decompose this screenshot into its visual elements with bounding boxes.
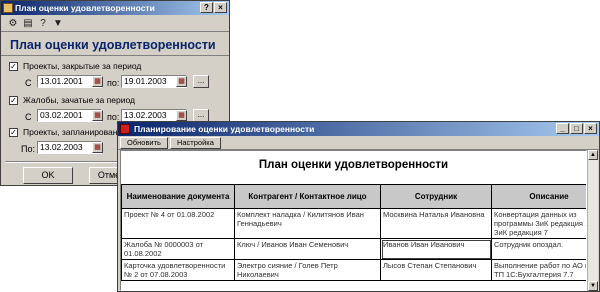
scroll-up-icon[interactable]: ▲ [588, 150, 598, 160]
period-select-button[interactable]: ... [193, 75, 209, 88]
employee-cell[interactable]: Москвина Наталья Ивановна [380, 208, 492, 239]
closed-projects-checkbox[interactable]: ✓ [9, 62, 18, 71]
settings-button[interactable]: Настройка [169, 137, 221, 149]
filter-icon[interactable]: ▼ [52, 18, 64, 29]
help-icon[interactable]: ? [37, 18, 49, 29]
calendar-icon[interactable]: ▦ [92, 110, 103, 121]
dialog-toolbar: ⚙ ▤ ? ▼ [1, 15, 229, 32]
planned-projects-checkbox[interactable]: ✓ [9, 128, 18, 137]
until-label: По: [21, 144, 35, 154]
report-table: Наименование документа Контрагент / Конт… [121, 184, 586, 281]
employee-cell[interactable]: Лысов Степан Степанович [380, 259, 492, 281]
description-cell[interactable]: Сотрудник опоздал. [491, 238, 586, 260]
column-header: Описание [491, 184, 586, 209]
tools-icon[interactable]: ⚙ [7, 18, 19, 29]
table-row[interactable]: Проект № 4 от 01.08.2002 Комплект наладк… [121, 208, 586, 239]
calendar-icon[interactable]: ▦ [92, 76, 103, 87]
calendar-icon[interactable]: ▦ [92, 142, 103, 153]
report-area: План оценки удовлетворенности Наименован… [120, 150, 587, 291]
close-button[interactable]: × [214, 2, 227, 13]
from-label: С [25, 112, 32, 122]
calendar-icon[interactable]: ▦ [176, 110, 187, 121]
description-cell[interactable]: Конвертация данных из программы ЗиК реда… [491, 208, 586, 239]
ok-button[interactable]: OK [23, 167, 73, 184]
complaints-checkbox[interactable]: ✓ [9, 96, 18, 105]
column-header: Наименование документа [121, 184, 235, 209]
document-cell[interactable]: Жалоба № 0000003 от 01.08.2002 [121, 238, 235, 260]
column-header: Сотрудник [380, 184, 492, 209]
copy-icon[interactable]: ▤ [22, 18, 34, 29]
vertical-scrollbar[interactable]: ▲ ▼ [587, 150, 598, 291]
from-label: С [25, 78, 32, 88]
report-window: Планирование оценки удовлетворенности _ … [117, 121, 600, 292]
scroll-down-icon[interactable]: ▼ [588, 281, 598, 291]
close-button[interactable]: × [584, 123, 597, 134]
maximize-button[interactable]: □ [570, 123, 583, 134]
employee-cell[interactable]: Иванов Иван Иванович [380, 238, 492, 260]
document-cell[interactable]: Проект № 4 от 01.08.2002 [121, 208, 235, 239]
report-toolbar: Обновить Настройка [118, 136, 599, 150]
table-row[interactable]: Карточка удовлетворенности № 2 от 07.08.… [121, 259, 586, 281]
report-icon [120, 124, 130, 134]
report-title: План оценки удовлетворенности [258, 159, 449, 171]
description-cell[interactable]: Выполнение работ по АО на ТП 1С:Бухгалте… [491, 259, 586, 281]
to-label: по: [107, 78, 120, 88]
document-cell[interactable]: Карточка удовлетворенности № 2 от 07.08.… [121, 259, 235, 281]
complaints-label: Жалобы, зачатые за период [23, 95, 135, 105]
dialog-title: План оценки удовлетворенности [15, 3, 155, 13]
closed-projects-group: ✓ Проекты, закрытые за период С 13.01.20… [9, 61, 223, 97]
contractor-cell[interactable]: Ключ / Иванов Иван Семенович [234, 238, 381, 260]
minimize-button[interactable]: _ [556, 123, 569, 134]
calendar-icon[interactable]: ▦ [176, 76, 187, 87]
contractor-cell[interactable]: Комплект наладка / Килитянов Иван Геннад… [234, 208, 381, 239]
column-header: Контрагент / Контактное лицо [234, 184, 381, 209]
table-header-row: Наименование документа Контрагент / Конт… [121, 184, 586, 209]
app-icon [3, 3, 13, 13]
contractor-cell[interactable]: Электро сияние / Голев Петр Николаевич [234, 259, 381, 281]
closed-projects-label: Проекты, закрытые за период [23, 61, 142, 71]
refresh-button[interactable]: Обновить [120, 137, 168, 149]
help-button[interactable]: ? [200, 2, 213, 13]
report-window-title: Планирование оценки удовлетворенности [134, 124, 315, 134]
report-titlebar: Планирование оценки удовлетворенности _ … [118, 122, 599, 136]
dialog-heading: План оценки удовлетворенности [1, 32, 229, 56]
table-row[interactable]: Жалоба № 0000003 от 01.08.2002 Ключ / Ив… [121, 238, 586, 260]
dialog-titlebar: План оценки удовлетворенности ? × [1, 1, 229, 15]
